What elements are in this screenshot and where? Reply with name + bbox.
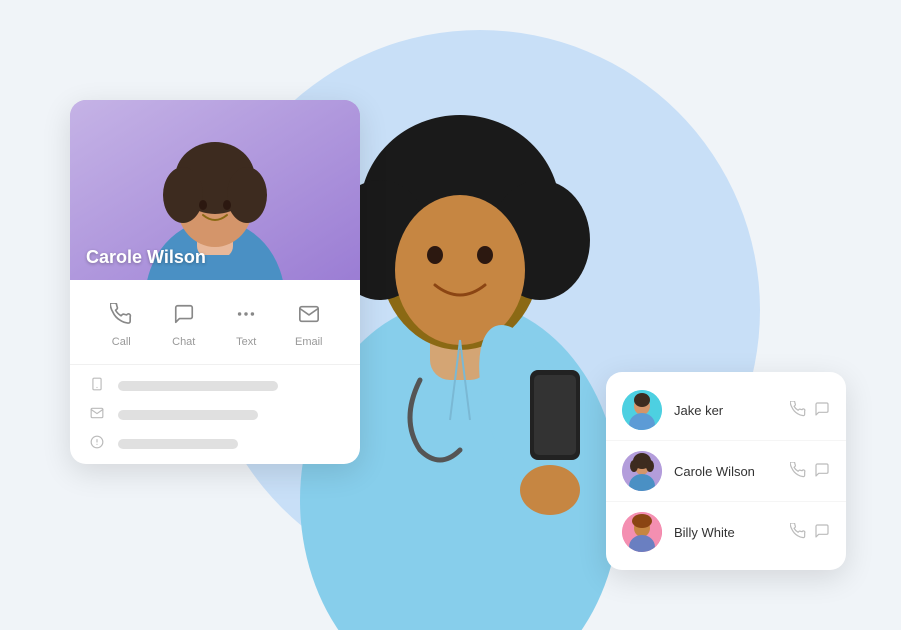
info-icon xyxy=(90,435,106,452)
phone-info-line xyxy=(118,381,278,391)
email-label: Email xyxy=(295,336,323,348)
billy-avatar xyxy=(622,512,662,552)
email-info-line xyxy=(118,410,258,420)
list-item: Carole Wilson xyxy=(606,441,846,502)
jake-actions xyxy=(790,401,830,420)
contacts-list: Jake ker Car xyxy=(606,372,846,570)
list-item: Jake ker xyxy=(606,380,846,441)
text-button[interactable]: Text xyxy=(228,296,264,348)
jake-avatar xyxy=(622,390,662,430)
carole-name: Carole Wilson xyxy=(674,464,778,479)
billy-actions xyxy=(790,523,830,542)
contact-name-overlay: Carole Wilson xyxy=(86,247,206,268)
carole-actions xyxy=(790,462,830,481)
email-button[interactable]: Email xyxy=(291,296,327,348)
info-info-row xyxy=(90,435,340,452)
call-label: Call xyxy=(112,336,131,348)
phone-info-row xyxy=(90,377,340,394)
contact-info xyxy=(70,365,360,464)
billy-name: Billy White xyxy=(674,525,778,540)
chat-label: Chat xyxy=(172,336,195,348)
contact-card: Carole Wilson Call Chat xyxy=(70,100,360,464)
phone-info-icon xyxy=(90,377,106,394)
billy-chat-icon[interactable] xyxy=(814,523,830,542)
carole-chat-icon[interactable] xyxy=(814,462,830,481)
email-info-icon xyxy=(90,406,106,423)
carole-avatar xyxy=(622,451,662,491)
list-item: Billy White xyxy=(606,502,846,562)
chat-icon xyxy=(166,296,202,332)
carole-call-icon[interactable] xyxy=(790,462,806,481)
jake-name: Jake ker xyxy=(674,403,778,418)
call-icon xyxy=(103,296,139,332)
email-icon xyxy=(291,296,327,332)
text-label: Text xyxy=(236,336,256,348)
contact-card-header: Carole Wilson xyxy=(70,100,360,280)
contact-actions: Call Chat Text xyxy=(70,280,360,365)
billy-call-icon[interactable] xyxy=(790,523,806,542)
email-info-row xyxy=(90,406,340,423)
jake-call-icon[interactable] xyxy=(790,401,806,420)
chat-button[interactable]: Chat xyxy=(166,296,202,348)
jake-chat-icon[interactable] xyxy=(814,401,830,420)
text-icon xyxy=(228,296,264,332)
other-info-line xyxy=(118,439,238,449)
call-button[interactable]: Call xyxy=(103,296,139,348)
